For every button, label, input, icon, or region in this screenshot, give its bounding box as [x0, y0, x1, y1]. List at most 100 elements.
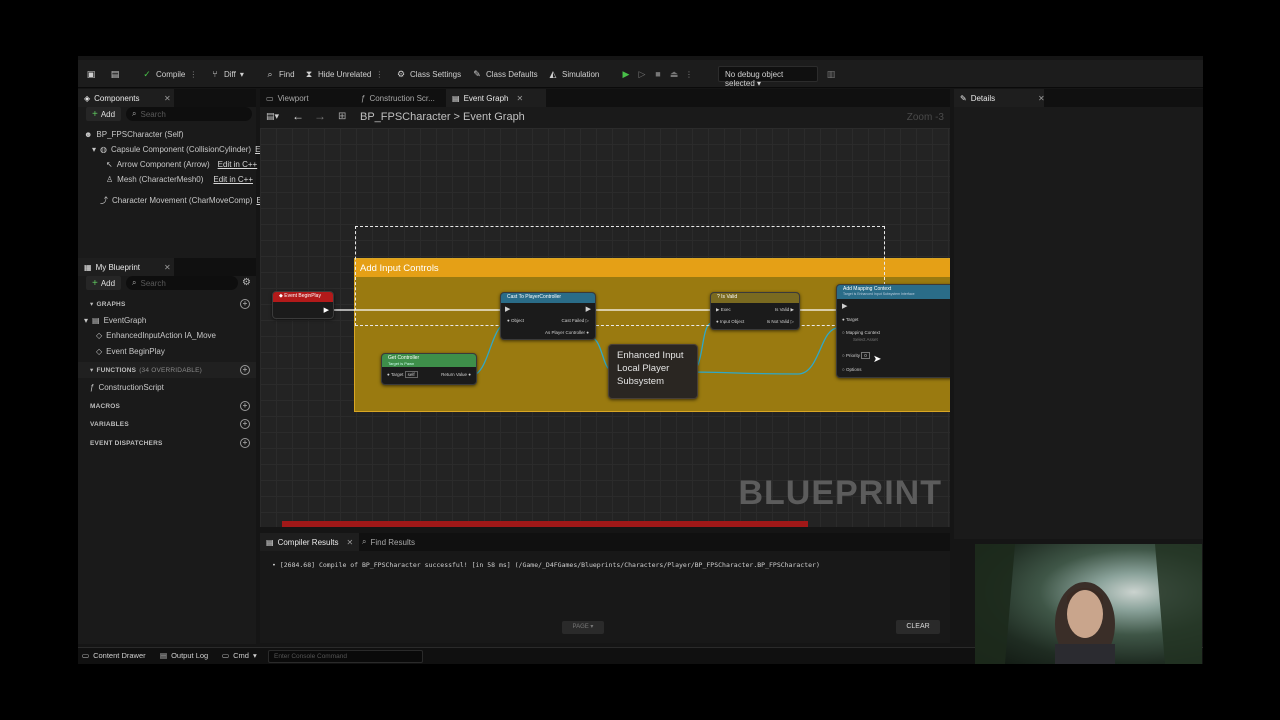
tab-components[interactable]: ◈ Components ✕ [78, 89, 174, 107]
editor-tab-bar: ▭ Viewport ƒ Construction Scr... ▤ Event… [260, 89, 950, 107]
close-icon[interactable]: ✕ [164, 263, 171, 272]
return-value-pin[interactable]: Return Value ● [441, 372, 471, 377]
priority-pin[interactable]: ○ Priority 0 [842, 352, 870, 359]
component-item-mesh[interactable]: ♙ Mesh (CharacterMesh0) Edit in C++ [106, 173, 253, 186]
component-item-capsule[interactable]: ▾ ◍ Capsule Component (CollisionCylinder… [92, 143, 265, 156]
tab-construction-script[interactable]: ƒ Construction Scr... [355, 89, 441, 107]
components-add-button[interactable]: + Add [86, 107, 122, 121]
components-search-input[interactable]: ⌕ Search [126, 107, 252, 121]
node-enhanced-input-subsystem[interactable]: Enhanced Input Local Player Subsystem [608, 344, 698, 399]
component-item-arrow[interactable]: ↖ Arrow Component (Arrow) Edit in C++ [106, 158, 257, 171]
add-circle-icon[interactable]: + [240, 365, 250, 375]
close-icon[interactable]: ✕ [1038, 94, 1045, 103]
graph-item-beginplay[interactable]: ◇ Event BeginPlay [96, 345, 165, 358]
tab-find-results[interactable]: ⌕ Find Results [356, 533, 421, 551]
edit-in-cpp-link[interactable]: Edit in C++ [213, 175, 253, 184]
cast-failed-pin[interactable]: Cast Failed ▷ [562, 318, 589, 324]
play-icon[interactable]: ▶ [621, 69, 631, 79]
exec-out-pin[interactable]: ▶ [324, 306, 329, 314]
add-circle-icon[interactable]: + [240, 438, 250, 448]
folder-icon: ▤ [110, 69, 120, 79]
clear-button[interactable]: CLEAR [896, 620, 940, 634]
graphs-section-header[interactable]: ▾ GRAPHS + [78, 296, 256, 312]
browse-button[interactable]: ▤ [110, 67, 120, 81]
compile-button[interactable]: ✓ Compile ⋮ [142, 67, 197, 81]
component-item-self[interactable]: ☻ BP_FPSCharacter (Self) [84, 128, 184, 141]
graph-item-eventgraph[interactable]: ▾ ▤ EventGraph [84, 314, 146, 327]
step-icon[interactable]: ▷ [637, 69, 647, 79]
event-graph-canvas[interactable]: Add Input Controls ◆ Event BeginPlay ▶ C… [260, 128, 950, 527]
component-item-movement[interactable]: ⤴ Character Movement (CharMoveComp) E [100, 194, 262, 207]
collapse-arrow-icon: ▾ [92, 145, 97, 154]
my-blueprint-add-button[interactable]: + Add [86, 276, 122, 290]
class-defaults-label: Class Defaults [486, 69, 538, 79]
node-is-valid[interactable]: ? Is Valid ▶ Exec Is Valid ▶ ● Input Obj… [710, 292, 800, 330]
tab-my-blueprint[interactable]: ▦ My Blueprint ✕ [78, 258, 174, 276]
object-pin[interactable]: ● Object [507, 318, 524, 323]
tab-event-graph[interactable]: ▤ Event Graph ✕ [446, 89, 546, 107]
edit-in-cpp-link[interactable]: Edit in C++ [218, 160, 258, 169]
add-circle-icon[interactable]: + [240, 401, 250, 411]
add-circle-icon[interactable]: + [240, 299, 250, 309]
macros-section-header[interactable]: MACROS + [78, 398, 256, 414]
node-event-beginplay[interactable]: ◆ Event BeginPlay ▶ [272, 291, 334, 319]
functions-section-header[interactable]: ▾ FUNCTIONS (34 OVERRIDABLE) + [78, 362, 256, 378]
chevron-down-icon: ▾ [252, 651, 257, 660]
stop-icon[interactable]: ■ [653, 69, 663, 79]
exec-out-pin[interactable]: ▶ [586, 305, 591, 313]
tab-viewport[interactable]: ▭ Viewport [260, 89, 315, 107]
tab-compiler-results[interactable]: ▤ Compiler Results ✕ [260, 533, 360, 551]
input-object-pin[interactable]: ● Input Object [716, 319, 744, 324]
find-button[interactable]: ⌕ Find [265, 67, 294, 81]
debug-filter-button[interactable]: ▥ [826, 67, 836, 81]
simulation-button[interactable]: ◭ Simulation [548, 67, 600, 81]
mapping-context-pin[interactable]: ○ Mapping Context [842, 330, 880, 335]
function-item-construction[interactable]: ƒ ConstructionScript [90, 381, 164, 394]
node-add-mapping-context[interactable]: Add Mapping Context Target is Enhanced I… [836, 284, 950, 378]
page-dropdown[interactable]: PAGE ▾ [562, 621, 604, 634]
tab-details[interactable]: ✎ Details ✕ [954, 89, 1045, 107]
event-dispatchers-section-header[interactable]: EVENT DISPATCHERS + [78, 435, 256, 451]
breadcrumb-root[interactable]: BP_FPSCharacter [360, 111, 450, 123]
as-player-controller-pin[interactable]: As Player Controller ● [545, 330, 589, 335]
exec-in-pin[interactable]: ▶ Exec [716, 307, 731, 313]
exec-in-pin[interactable]: ▶ [842, 302, 847, 310]
graph-menu-icon[interactable]: ▤▾ [266, 111, 279, 122]
pin-label: Target [390, 372, 404, 377]
mapping-context-select[interactable]: Select Asset [853, 337, 878, 342]
graph-item-label: Event BeginPlay [106, 347, 165, 356]
forward-arrow-icon[interactable]: → [314, 109, 326, 123]
options-pin[interactable]: ○ Options [842, 367, 861, 372]
gear-icon[interactable]: ⚙ [242, 277, 251, 288]
back-arrow-icon[interactable]: ← [292, 109, 304, 123]
close-icon[interactable]: ✕ [346, 538, 353, 547]
debug-object-select[interactable]: No debug object selected ▾ [718, 66, 818, 88]
variables-section-header[interactable]: VARIABLES + [78, 416, 256, 432]
console-command-input[interactable]: Enter Console Command [268, 650, 423, 663]
output-log-button[interactable]: ▤ Output Log [160, 651, 208, 660]
target-pin[interactable]: ● Target [842, 317, 858, 322]
priority-value[interactable]: 0 [861, 352, 870, 359]
cmd-dropdown[interactable]: ▭ Cmd ▾ [222, 651, 257, 660]
close-icon[interactable]: ✕ [516, 94, 523, 103]
close-icon[interactable]: ✕ [164, 94, 171, 103]
graph-item-ia-move[interactable]: ◇ EnhancedInputAction IA_Move [96, 329, 216, 342]
content-drawer-button[interactable]: ▭ Content Drawer [82, 651, 146, 660]
eject-icon[interactable]: ⏏ [669, 69, 679, 79]
target-pin[interactable]: ● Target self [387, 371, 418, 378]
is-not-valid-pin[interactable]: Is Not Valid ▷ [767, 319, 794, 325]
is-valid-pin[interactable]: Is Valid ▶ [775, 307, 794, 313]
class-settings-button[interactable]: ⚙ Class Settings [396, 67, 461, 81]
my-blueprint-search-input[interactable]: ⌕ Search [126, 276, 238, 290]
save-button[interactable]: ▣ [86, 67, 96, 81]
node-header: Add Mapping Context Target is Enhanced I… [837, 285, 950, 299]
kebab-icon[interactable]: ⋮ [685, 70, 693, 79]
exec-in-pin[interactable]: ▶ [505, 305, 510, 313]
diff-button[interactable]: ⑂ Diff ▾ [210, 67, 244, 81]
add-circle-icon[interactable]: + [240, 419, 250, 429]
comment-box-edge[interactable] [282, 521, 808, 527]
node-cast-to-playercontroller[interactable]: Cast To PlayerController ▶ ▶ ● Object Ca… [500, 292, 596, 340]
class-defaults-button[interactable]: ✎ Class Defaults [472, 67, 538, 81]
hide-unrelated-button[interactable]: ⧗ Hide Unrelated ⋮ [304, 67, 384, 81]
node-get-controller[interactable]: Get Controller Target is Pawn ● Target s… [381, 353, 477, 385]
